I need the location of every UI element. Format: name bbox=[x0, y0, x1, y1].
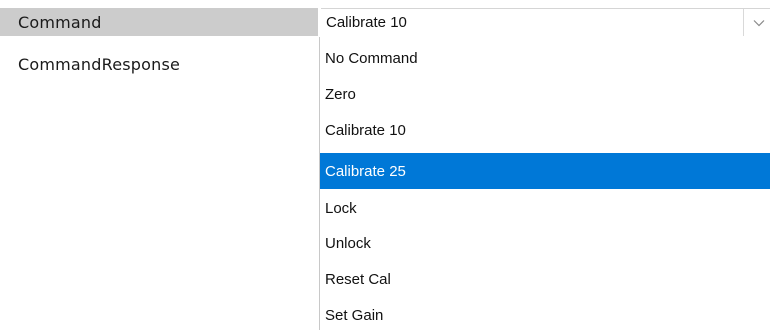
option-label: Unlock bbox=[325, 234, 371, 252]
property-name-command[interactable]: Command bbox=[0, 8, 318, 36]
dropdown-option-lock[interactable]: Lock bbox=[320, 190, 770, 226]
property-label: CommandResponse bbox=[18, 54, 181, 74]
dropdown-option-no-command[interactable]: No Command bbox=[320, 40, 770, 76]
dropdown-option-calibrate-25[interactable]: Calibrate 25 bbox=[320, 153, 770, 189]
option-label: Zero bbox=[325, 85, 356, 103]
chevron-down-icon bbox=[753, 19, 764, 26]
option-label: Reset Cal bbox=[325, 270, 391, 288]
option-label: Lock bbox=[325, 199, 357, 217]
property-label: Command bbox=[18, 12, 102, 32]
dropdown-option-calibrate-10[interactable]: Calibrate 10 bbox=[320, 112, 770, 148]
dropdown-option-zero[interactable]: Zero bbox=[320, 76, 770, 112]
option-label: Set Gain bbox=[325, 306, 384, 324]
property-name-commandresponse[interactable]: CommandResponse bbox=[0, 50, 318, 78]
command-dropdown-list: No Command Zero Calibrate 10 Calibrate 2… bbox=[319, 37, 770, 330]
dropdown-option-unlock[interactable]: Unlock bbox=[320, 225, 770, 261]
option-label: Calibrate 25 bbox=[325, 162, 406, 180]
combobox-selected-value: Calibrate 10 bbox=[326, 14, 407, 31]
dropdown-option-set-gain[interactable]: Set Gain bbox=[320, 297, 770, 330]
option-label: No Command bbox=[325, 49, 418, 67]
command-combobox[interactable]: Calibrate 10 bbox=[321, 8, 770, 36]
property-grid: Command CommandResponse Calibrate 10 No … bbox=[0, 0, 770, 330]
dropdown-arrow-button[interactable] bbox=[743, 9, 770, 36]
dropdown-option-reset-cal[interactable]: Reset Cal bbox=[320, 261, 770, 297]
option-label: Calibrate 10 bbox=[325, 121, 406, 139]
